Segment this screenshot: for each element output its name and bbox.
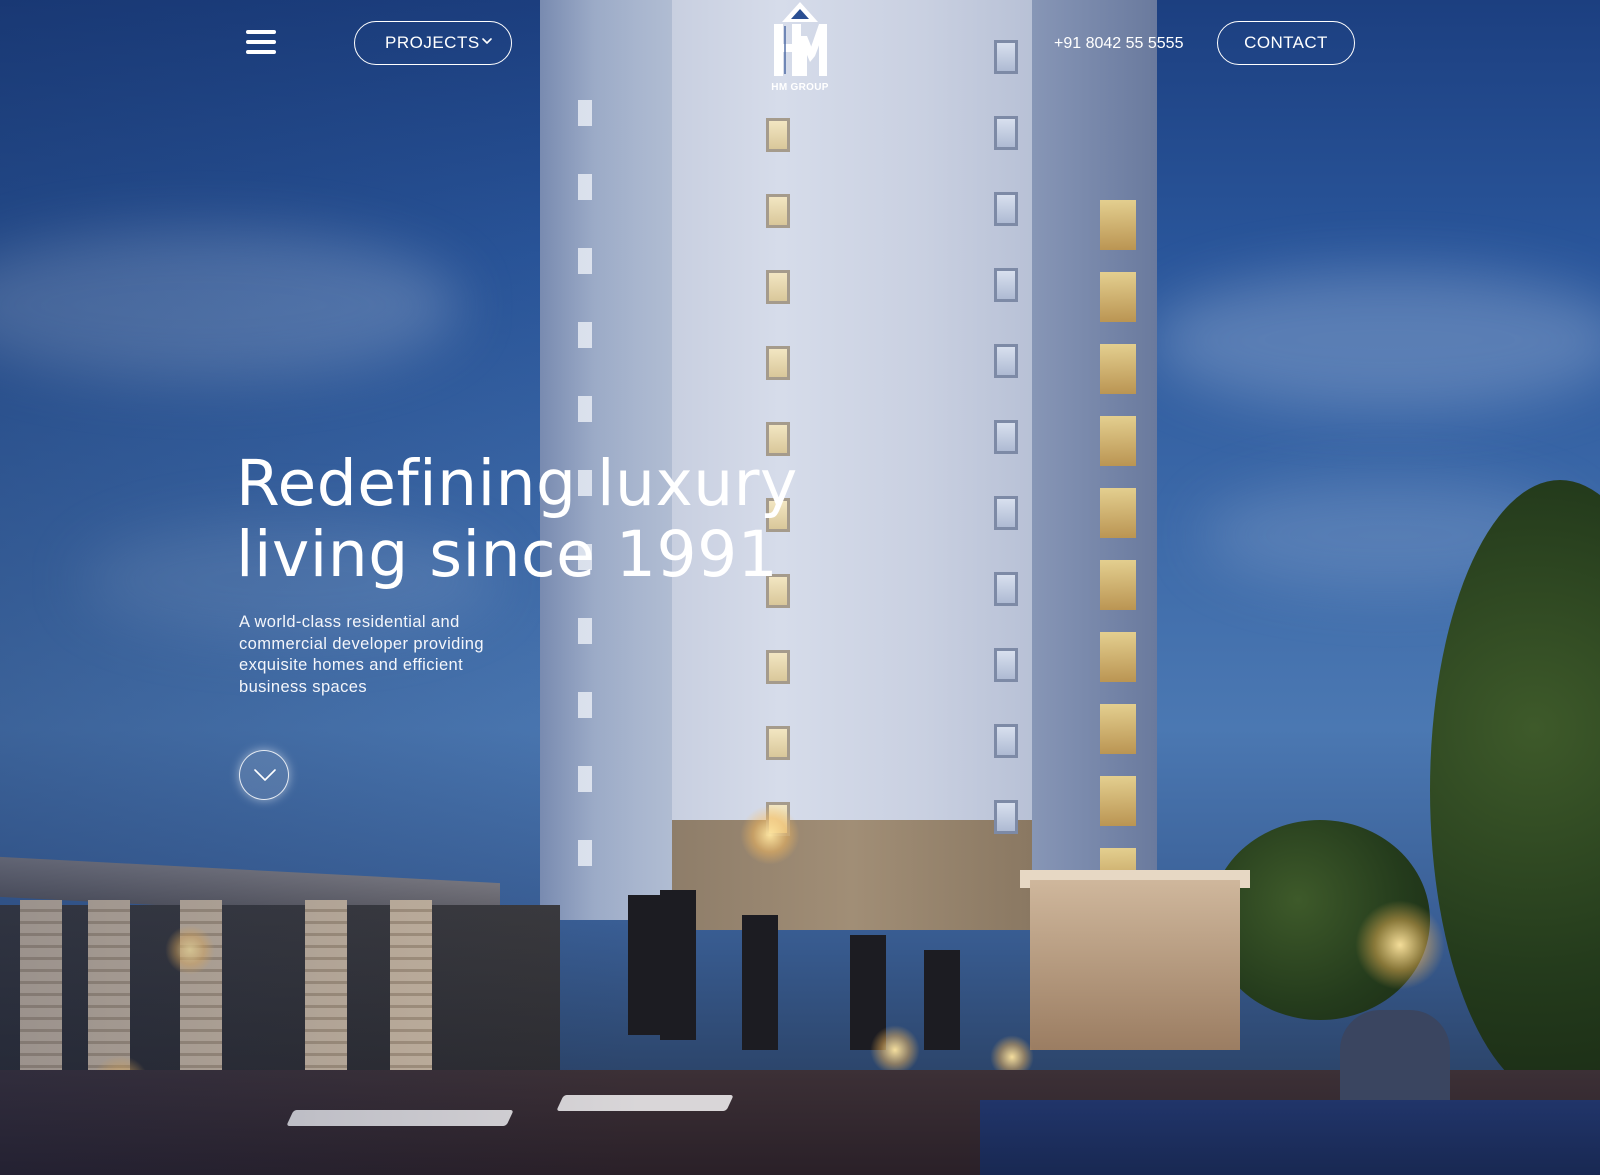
- garden-column: [660, 890, 696, 1040]
- scroll-down-button[interactable]: [239, 750, 289, 800]
- cloud: [0, 230, 460, 380]
- hamburger-menu-icon[interactable]: [246, 30, 276, 56]
- hero-headline-line2: living since 1991: [236, 518, 779, 591]
- garden-column: [924, 950, 960, 1050]
- tower-lit-balconies: [1100, 200, 1140, 920]
- garden-column: [742, 915, 778, 1050]
- tower-front-facade: [672, 0, 1032, 820]
- contact-button[interactable]: CONTACT: [1217, 21, 1355, 65]
- phone-number-link[interactable]: +91 8042 55 5555: [1054, 35, 1183, 53]
- site-header: PROJECTS HM GROUP +91 8042 55 5555 CONTA…: [0, 0, 1600, 100]
- contact-label: CONTACT: [1244, 33, 1328, 52]
- chevron-down-icon: [254, 769, 276, 781]
- cloud: [1150, 270, 1600, 410]
- garden-column: [628, 895, 664, 1035]
- fountain: [1340, 1010, 1450, 1100]
- pool: [980, 1100, 1600, 1175]
- tower-base: [672, 820, 1032, 930]
- garden-light: [870, 1025, 920, 1075]
- hm-group-logo[interactable]: HM GROUP: [768, 0, 832, 96]
- garden-light: [165, 925, 215, 975]
- sun-lounger: [286, 1110, 514, 1126]
- hero-headline-line1: Redefining luxury: [236, 447, 798, 520]
- projects-dropdown-button[interactable]: PROJECTS: [354, 21, 512, 65]
- garden-light: [1355, 900, 1445, 990]
- chevron-down-icon: [482, 38, 492, 44]
- hero-headline: Redefining luxury living since 1991: [236, 448, 836, 590]
- projects-label: PROJECTS: [385, 33, 480, 52]
- tower-light: [740, 805, 800, 865]
- tower-window-column: [994, 40, 1024, 876]
- logo-text: HM GROUP: [771, 82, 829, 93]
- hero-subtitle: A world-class residential and commercial…: [239, 613, 484, 696]
- sun-lounger: [556, 1095, 734, 1111]
- clubhouse: [1030, 880, 1240, 1050]
- hm-logo-icon: [774, 2, 827, 76]
